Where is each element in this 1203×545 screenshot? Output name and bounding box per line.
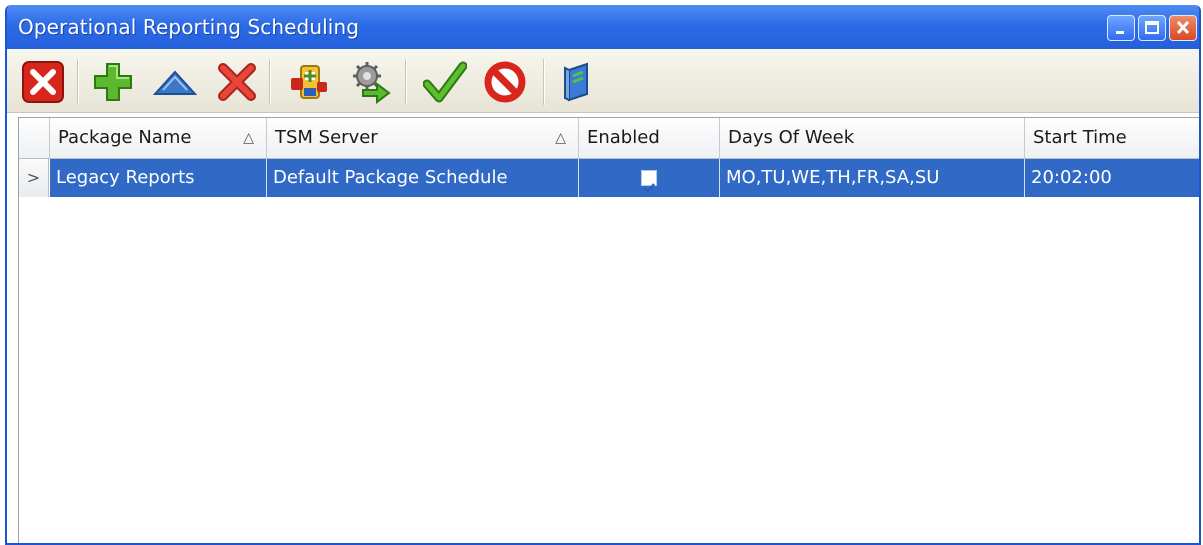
move-up-icon (153, 70, 197, 95)
header-days-of-week[interactable]: Days Of Week (720, 118, 1025, 158)
enable-button[interactable] (423, 60, 467, 104)
row-selector[interactable]: > (19, 159, 49, 197)
header-row-selector (19, 118, 50, 158)
header-start-time-label: Start Time (1033, 127, 1127, 148)
add-plus-icon (94, 63, 132, 101)
connect-package-button[interactable] (287, 60, 331, 104)
delete-button[interactable] (215, 60, 259, 104)
enabled-checkbox[interactable] (641, 170, 657, 194)
cell-tsm-server[interactable]: Default Package Schedule (267, 159, 579, 197)
close-icon (1176, 20, 1190, 35)
table-row[interactable]: Legacy Reports Default Package Schedule … (50, 159, 1199, 197)
move-up-button[interactable] (153, 60, 197, 104)
header-tsm-server-label: TSM Server (275, 127, 378, 148)
grid-header: Package Name △ TSM Server △ Enabled Days… (19, 118, 1199, 159)
close-button[interactable] (21, 60, 65, 104)
toolbar-separator (543, 59, 544, 105)
header-package-name[interactable]: Package Name △ (50, 118, 267, 158)
cell-days-of-week[interactable]: MO,TU,WE,TH,FR,SA,SU (720, 159, 1025, 197)
help-button[interactable] (557, 60, 601, 104)
sort-triangle-icon: △ (555, 130, 566, 146)
checkmark-icon (643, 183, 655, 194)
toolbar (7, 49, 1199, 113)
add-button[interactable] (91, 60, 135, 104)
run-schedule-icon (353, 62, 391, 104)
toolbar-separator (77, 59, 78, 105)
help-book-icon (564, 62, 588, 102)
header-enabled-label: Enabled (587, 127, 660, 148)
delete-x-icon (218, 63, 256, 101)
header-enabled[interactable]: Enabled (579, 118, 720, 158)
header-start-time[interactable]: Start Time (1025, 118, 1199, 158)
header-tsm-server[interactable]: TSM Server △ (267, 118, 579, 158)
run-schedule-button[interactable] (349, 60, 393, 104)
minimize-icon (1116, 31, 1124, 34)
header-days-of-week-label: Days Of Week (728, 127, 855, 148)
scheduling-window: Operational Reporting Scheduling Package… (5, 5, 1201, 545)
sort-triangle-icon: △ (243, 130, 254, 146)
enable-check-icon (423, 61, 467, 103)
cell-start-time[interactable]: 20:02:00 (1025, 159, 1199, 197)
maximize-button[interactable] (1138, 15, 1166, 41)
maximize-icon (1145, 21, 1159, 34)
title-bar[interactable]: Operational Reporting Scheduling (7, 5, 1199, 49)
toolbar-separator (269, 59, 270, 105)
toolbar-separator (405, 59, 406, 105)
close-window-button[interactable] (1169, 15, 1197, 41)
disable-button[interactable] (483, 60, 527, 104)
header-package-name-label: Package Name (58, 127, 192, 148)
schedule-grid: Package Name △ TSM Server △ Enabled Days… (18, 117, 1199, 543)
cell-enabled[interactable] (579, 159, 720, 197)
close-red-x-icon (22, 61, 64, 103)
disable-icon (484, 61, 526, 103)
cell-package-name[interactable]: Legacy Reports (50, 159, 267, 197)
connect-package-icon (291, 65, 327, 99)
minimize-button[interactable] (1107, 15, 1135, 41)
window-title: Operational Reporting Scheduling (18, 15, 360, 39)
